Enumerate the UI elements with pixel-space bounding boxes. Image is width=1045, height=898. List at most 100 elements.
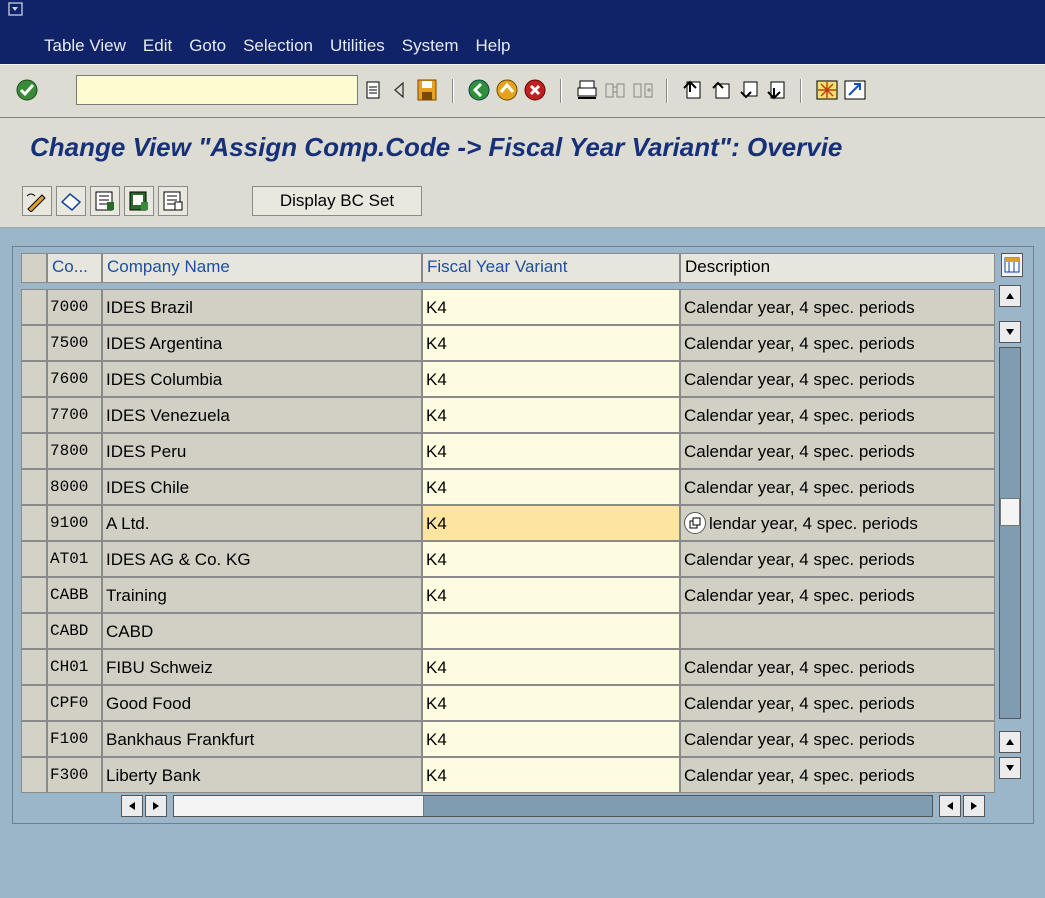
command-history-button[interactable] xyxy=(362,77,384,103)
table-row[interactable]: 7800 IDES Peru K4 Calendar year, 4 spec. pe… xyxy=(21,433,1007,469)
menu-selection[interactable]: Selection xyxy=(243,36,313,56)
row-selector[interactable] xyxy=(21,577,47,613)
row-selector[interactable] xyxy=(21,721,47,757)
table-row[interactable]: CH01 FIBU Schweiz K4 Calendar year, 4 spec.… xyxy=(21,649,1007,685)
fiscal-year-variant-input[interactable]: K4 xyxy=(422,721,680,757)
table-row[interactable]: CABD CABD xyxy=(21,613,1007,649)
previous-page-icon xyxy=(712,81,730,99)
print-button[interactable] xyxy=(574,77,600,103)
column-header-company-code[interactable]: Co... xyxy=(47,253,102,283)
row-selector[interactable] xyxy=(21,289,47,325)
table-row[interactable]: F100 Bankhaus Frankfurt K4 Calendar year, 4… xyxy=(21,721,1007,757)
save-button[interactable] xyxy=(414,77,440,103)
table-row[interactable]: 7600 IDES Columbia K4 Calendar year, 4 spec… xyxy=(21,361,1007,397)
next-page-icon xyxy=(740,81,758,99)
scroll-down-button[interactable] xyxy=(999,321,1021,343)
first-page-button[interactable] xyxy=(680,77,706,103)
row-selector[interactable] xyxy=(21,325,47,361)
command-field[interactable] xyxy=(76,75,358,105)
table-row[interactable]: CABB Training K4 Calendar year, 4 spec. per… xyxy=(21,577,1007,613)
page-up-button[interactable] xyxy=(999,731,1021,753)
menu-edit[interactable]: Edit xyxy=(143,36,172,56)
fiscal-year-variant-input[interactable]: K4 xyxy=(422,577,680,613)
fiscal-year-variant-input[interactable]: K4 xyxy=(422,541,680,577)
table-settings-button[interactable] xyxy=(1001,253,1023,277)
table-row[interactable]: 8000 IDES Chile K4 Calendar year, 4 spec. p… xyxy=(21,469,1007,505)
page-down-button[interactable] xyxy=(999,757,1021,779)
deselect-all-button[interactable] xyxy=(158,186,188,216)
new-entries-button[interactable] xyxy=(56,186,86,216)
fiscal-year-variant-input[interactable]: K4 xyxy=(422,289,680,325)
scroll-right-button[interactable] xyxy=(145,795,167,817)
description-cell: Calendar year, 4 spec. periods xyxy=(680,325,995,361)
cancel-button[interactable] xyxy=(522,77,548,103)
table-row[interactable]: 7500 IDES Argentina K4 Calendar year, 4 spe… xyxy=(21,325,1007,361)
enter-button[interactable] xyxy=(14,77,40,103)
company-code-cell: CABD xyxy=(47,613,102,649)
row-selector[interactable] xyxy=(21,685,47,721)
scroll-left-button[interactable] xyxy=(121,795,143,817)
scroll-track[interactable] xyxy=(999,347,1021,719)
table-row[interactable]: CPF0 Good Food K4 Calendar year, 4 spec. pe… xyxy=(21,685,1007,721)
f4-help-icon[interactable] xyxy=(684,512,706,534)
fiscal-year-variant-input[interactable]: K4 xyxy=(422,685,680,721)
create-session-button[interactable] xyxy=(814,77,840,103)
exit-button[interactable] xyxy=(494,77,520,103)
fiscal-year-variant-input[interactable]: K4 xyxy=(422,649,680,685)
vertical-scrollbar[interactable] xyxy=(999,283,1021,783)
last-page-button[interactable] xyxy=(764,77,790,103)
column-header-fiscal-year-variant[interactable]: Fiscal Year Variant xyxy=(422,253,680,283)
horizontal-scroll-track[interactable] xyxy=(173,795,933,817)
menu-help[interactable]: Help xyxy=(475,36,510,56)
menu-system[interactable]: System xyxy=(402,36,459,56)
fiscal-year-variant-input[interactable] xyxy=(422,613,680,649)
scroll-thumb[interactable] xyxy=(1000,498,1020,526)
scroll-right-button-2[interactable] xyxy=(963,795,985,817)
fiscal-year-variant-input[interactable]: K4 xyxy=(422,361,680,397)
previous-page-button[interactable] xyxy=(708,77,734,103)
menu-goto[interactable]: Goto xyxy=(189,36,226,56)
row-selector[interactable] xyxy=(21,433,47,469)
row-selector[interactable] xyxy=(21,757,47,793)
system-menu-icon[interactable] xyxy=(8,2,24,18)
fiscal-year-variant-input[interactable]: K4 xyxy=(422,757,680,793)
fiscal-year-variant-input[interactable]: K4 xyxy=(422,469,680,505)
main-menu: Table View Edit Goto Selection Utilities… xyxy=(44,36,510,56)
column-header-company-name[interactable]: Company Name xyxy=(102,253,422,283)
select-all-button[interactable] xyxy=(90,186,120,216)
table-row[interactable]: 9100 A Ltd. K4 lendar year, 4 spec. periods xyxy=(21,505,1007,541)
row-selector[interactable] xyxy=(21,397,47,433)
fiscal-year-variant-input[interactable]: K4 xyxy=(422,325,680,361)
horizontal-scroll-thumb[interactable] xyxy=(174,796,424,816)
column-header-description[interactable]: Description xyxy=(680,253,995,283)
table-row[interactable]: 7000 IDES Brazil K4 Calendar year, 4 spec. … xyxy=(21,289,1007,325)
row-selector[interactable] xyxy=(21,649,47,685)
select-block-button[interactable] xyxy=(124,186,154,216)
menu-utilities[interactable]: Utilities xyxy=(330,36,385,56)
row-selector[interactable] xyxy=(21,505,47,541)
row-selector[interactable] xyxy=(21,613,47,649)
shortcut-button[interactable] xyxy=(842,77,868,103)
fiscal-year-variant-input[interactable]: K4 xyxy=(422,397,680,433)
row-selector[interactable] xyxy=(21,541,47,577)
back-button[interactable] xyxy=(466,77,492,103)
display-change-button[interactable] xyxy=(22,186,52,216)
find-next-button[interactable] xyxy=(630,77,656,103)
menu-table-view[interactable]: Table View xyxy=(44,36,126,56)
horizontal-scrollbar[interactable] xyxy=(121,795,1009,817)
row-selector[interactable] xyxy=(21,361,47,397)
scroll-up-button[interactable] xyxy=(999,285,1021,307)
table-row[interactable]: AT01 IDES AG & Co. KG K4 Calendar year, 4 s… xyxy=(21,541,1007,577)
fiscal-year-variant-input[interactable]: K4 xyxy=(422,433,680,469)
find-button[interactable] xyxy=(602,77,628,103)
company-name-cell: A Ltd. xyxy=(102,505,422,541)
table-row[interactable]: F300 Liberty Bank K4 Calendar year, 4 spec.… xyxy=(21,757,1007,793)
collapse-button[interactable] xyxy=(386,77,412,103)
display-bc-set-button[interactable]: Display BC Set xyxy=(252,186,422,216)
row-selector[interactable] xyxy=(21,469,47,505)
scroll-left-button-2[interactable] xyxy=(939,795,961,817)
next-page-button[interactable] xyxy=(736,77,762,103)
table-row[interactable]: 7700 IDES Venezuela K4 Calendar year, 4 spe… xyxy=(21,397,1007,433)
select-all-rows-cell[interactable] xyxy=(21,253,47,283)
fiscal-year-variant-input[interactable]: K4 xyxy=(422,505,680,541)
